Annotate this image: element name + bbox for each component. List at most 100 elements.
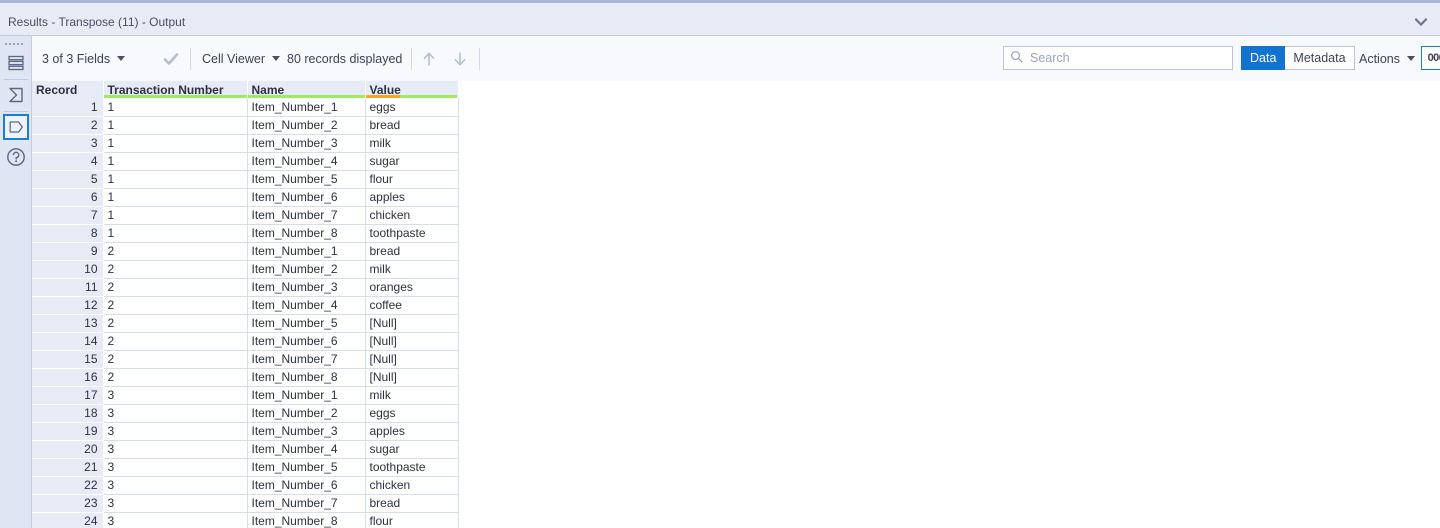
table-row[interactable]: 1 1 Item_Number_1 eggs: [32, 98, 459, 117]
checkmark-icon[interactable]: [162, 50, 180, 68]
metadata-tab-button[interactable]: Metadata: [1285, 46, 1355, 70]
cell-value[interactable]: flour: [365, 170, 459, 189]
cell-name[interactable]: Item_Number_7: [247, 350, 366, 369]
table-row[interactable]: 21 3 Item_Number_5 toothpaste: [32, 458, 459, 477]
data-tab-button[interactable]: Data: [1241, 46, 1286, 70]
cell-name[interactable]: Item_Number_5: [247, 314, 366, 333]
cell-name[interactable]: Item_Number_4: [247, 296, 366, 315]
cell-value[interactable]: [Null]: [365, 314, 459, 333]
cell-transaction-number[interactable]: 2: [103, 242, 248, 261]
cell-transaction-number[interactable]: 1: [103, 224, 248, 243]
cell-value[interactable]: apples: [365, 188, 459, 207]
results-data-grid[interactable]: Record Transaction Number Name Value 11I…: [32, 81, 1440, 528]
cell-value[interactable]: flour: [365, 512, 459, 528]
cell-value[interactable]: toothpaste: [365, 224, 459, 243]
cell-name[interactable]: Item_Number_6: [247, 188, 366, 207]
cell-name[interactable]: Item_Number_5: [247, 458, 366, 477]
cell-value[interactable]: toothpaste: [365, 458, 459, 477]
cell-transaction-number[interactable]: 3: [103, 440, 248, 459]
cell-value[interactable]: eggs: [365, 98, 459, 117]
cell-name[interactable]: Item_Number_3: [247, 422, 366, 441]
cell-value[interactable]: sugar: [365, 440, 459, 459]
cell-name[interactable]: Item_Number_4: [247, 152, 366, 171]
cell-value[interactable]: [Null]: [365, 332, 459, 351]
cell-transaction-number[interactable]: 1: [103, 206, 248, 225]
cell-name[interactable]: Item_Number_1: [247, 386, 366, 405]
cell-value[interactable]: milk: [365, 386, 459, 405]
cell-transaction-number[interactable]: 2: [103, 332, 248, 351]
cell-value[interactable]: sugar: [365, 152, 459, 171]
column-header-record[interactable]: Record: [32, 81, 104, 98]
cell-name[interactable]: Item_Number_2: [247, 116, 366, 135]
cell-name[interactable]: Item_Number_1: [247, 98, 366, 117]
table-row[interactable]: 9 2 Item_Number_1 bread: [32, 242, 459, 261]
cell-name[interactable]: Item_Number_3: [247, 134, 366, 153]
chevron-down-icon[interactable]: [1414, 15, 1428, 29]
cell-value[interactable]: apples: [365, 422, 459, 441]
cell-value[interactable]: milk: [365, 134, 459, 153]
cell-value[interactable]: bread: [365, 494, 459, 513]
cell-name[interactable]: Item_Number_6: [247, 476, 366, 495]
cell-transaction-number[interactable]: 1: [103, 152, 248, 171]
cell-value[interactable]: eggs: [365, 404, 459, 423]
table-row[interactable]: 13 2 Item_Number_5 [Null]: [32, 314, 459, 333]
table-row[interactable]: 24 3 Item_Number_8 flour: [32, 512, 459, 528]
cell-value[interactable]: milk: [365, 260, 459, 279]
table-row[interactable]: 14 2 Item_Number_6 [Null]: [32, 332, 459, 351]
cell-name[interactable]: Item_Number_2: [247, 404, 366, 423]
table-row[interactable]: 23 3 Item_Number_7 bread: [32, 494, 459, 513]
cell-name[interactable]: Item_Number_7: [247, 206, 366, 225]
number-format-button[interactable]: 000: [1421, 46, 1440, 70]
cell-name[interactable]: Item_Number_8: [247, 368, 366, 387]
table-row[interactable]: 10 2 Item_Number_2 milk: [32, 260, 459, 279]
cell-transaction-number[interactable]: 2: [103, 314, 248, 333]
cell-transaction-number[interactable]: 1: [103, 170, 248, 189]
cell-transaction-number[interactable]: 2: [103, 368, 248, 387]
rail-drag-handle[interactable]: [5, 41, 27, 47]
cell-name[interactable]: Item_Number_5: [247, 170, 366, 189]
cell-value[interactable]: coffee: [365, 296, 459, 315]
data-rows-icon[interactable]: [3, 50, 29, 76]
search-input[interactable]: [1028, 50, 1227, 66]
table-row[interactable]: 12 2 Item_Number_4 coffee: [32, 296, 459, 315]
arrow-down-icon[interactable]: [450, 49, 470, 69]
summary-sigma-icon[interactable]: [3, 82, 29, 108]
column-header-transaction-number[interactable]: Transaction Number: [103, 81, 248, 98]
cell-name[interactable]: Item_Number_2: [247, 260, 366, 279]
profile-tag-icon[interactable]: [3, 114, 29, 140]
table-row[interactable]: 18 3 Item_Number_2 eggs: [32, 404, 459, 423]
cell-transaction-number[interactable]: 3: [103, 458, 248, 477]
cell-name[interactable]: Item_Number_7: [247, 494, 366, 513]
table-row[interactable]: 15 2 Item_Number_7 [Null]: [32, 350, 459, 369]
cell-transaction-number[interactable]: 3: [103, 494, 248, 513]
table-row[interactable]: 19 3 Item_Number_3 apples: [32, 422, 459, 441]
cell-transaction-number[interactable]: 2: [103, 350, 248, 369]
cell-value[interactable]: chicken: [365, 476, 459, 495]
column-header-value[interactable]: Value: [365, 81, 459, 98]
table-row[interactable]: 11 2 Item_Number_3 oranges: [32, 278, 459, 297]
table-row[interactable]: 6 1 Item_Number_6 apples: [32, 188, 459, 207]
cell-transaction-number[interactable]: 2: [103, 260, 248, 279]
table-row[interactable]: 4 1 Item_Number_4 sugar: [32, 152, 459, 171]
table-row[interactable]: 16 2 Item_Number_8 [Null]: [32, 368, 459, 387]
cell-transaction-number[interactable]: 3: [103, 476, 248, 495]
table-row[interactable]: 3 1 Item_Number_3 milk: [32, 134, 459, 153]
column-header-name[interactable]: Name: [247, 81, 366, 98]
cell-name[interactable]: Item_Number_1: [247, 242, 366, 261]
cell-transaction-number[interactable]: 1: [103, 116, 248, 135]
arrow-up-icon[interactable]: [419, 49, 439, 69]
cell-value[interactable]: bread: [365, 116, 459, 135]
cell-value[interactable]: chicken: [365, 206, 459, 225]
table-row[interactable]: 17 3 Item_Number_1 milk: [32, 386, 459, 405]
cell-name[interactable]: Item_Number_8: [247, 512, 366, 528]
fields-selector[interactable]: 3 of 3 Fields: [42, 36, 126, 81]
data-metadata-toggle[interactable]: Data Metadata: [1241, 46, 1355, 70]
cell-transaction-number[interactable]: 1: [103, 98, 248, 117]
table-row[interactable]: 20 3 Item_Number_4 sugar: [32, 440, 459, 459]
cell-name[interactable]: Item_Number_6: [247, 332, 366, 351]
cell-name[interactable]: Item_Number_3: [247, 278, 366, 297]
cell-transaction-number[interactable]: 2: [103, 278, 248, 297]
cell-value[interactable]: [Null]: [365, 368, 459, 387]
cell-value[interactable]: bread: [365, 242, 459, 261]
help-question-icon[interactable]: [3, 144, 29, 170]
